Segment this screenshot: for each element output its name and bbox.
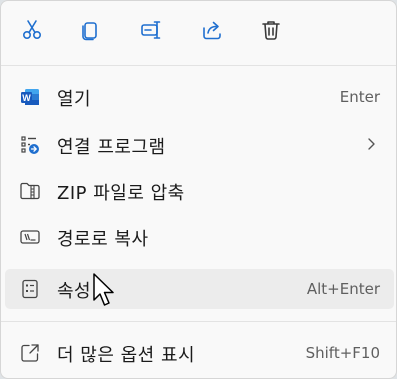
- menu-item-label: ZIP 파일로 압축: [57, 183, 185, 204]
- menu-item-shortcut: Enter: [339, 88, 380, 106]
- word-icon: W: [19, 86, 41, 108]
- properties-icon: [19, 278, 41, 300]
- trash-icon: [262, 21, 280, 40]
- zip-folder-icon: [19, 180, 41, 202]
- menu-item-open[interactable]: W 열기 Enter: [5, 77, 394, 117]
- open-with-icon: [19, 134, 41, 156]
- delete-button[interactable]: [254, 13, 288, 47]
- share-icon: [203, 21, 221, 40]
- copy-path-icon: [19, 226, 41, 248]
- menu-item-properties[interactable]: 속성 Alt+Enter: [5, 269, 394, 309]
- context-menu: W 열기 Enter 연결 프로그램 ZIP 파일로 압축 경로로 복사 속성 …: [0, 0, 397, 379]
- menu-item-label: 연결 프로그램: [57, 137, 166, 158]
- separator: [1, 321, 396, 322]
- rename-icon: [141, 21, 161, 39]
- chevron-right-icon: [368, 138, 375, 150]
- cut-button[interactable]: [15, 13, 49, 47]
- mouse-cursor-icon: [93, 273, 114, 306]
- copy-icon: [82, 22, 97, 41]
- menu-item-label: 더 많은 옵션 표시: [57, 345, 196, 366]
- rename-button[interactable]: [134, 13, 168, 47]
- menu-item-show-more-options[interactable]: 더 많은 옵션 표시 Shift+F10: [5, 333, 394, 373]
- menu-item-label: 열기: [57, 89, 92, 110]
- menu-item-shortcut: Alt+Enter: [306, 280, 380, 298]
- menu-item-label: 경로로 복사: [57, 229, 149, 250]
- menu-item-compress-zip[interactable]: ZIP 파일로 압축: [5, 171, 394, 211]
- share-button[interactable]: [195, 13, 229, 47]
- menu-item-shortcut: Shift+F10: [305, 344, 380, 362]
- menu-item-label: 속성: [57, 281, 92, 302]
- menu-item-open-with[interactable]: 연결 프로그램: [5, 125, 394, 165]
- scissors-icon: [22, 20, 42, 40]
- menu-item-copy-as-path[interactable]: 경로로 복사: [5, 217, 394, 257]
- svg-text:W: W: [22, 93, 31, 103]
- more-options-icon: [19, 342, 41, 364]
- copy-button[interactable]: [73, 13, 107, 47]
- context-menu-toolbar: [1, 1, 396, 59]
- separator: [1, 65, 396, 66]
